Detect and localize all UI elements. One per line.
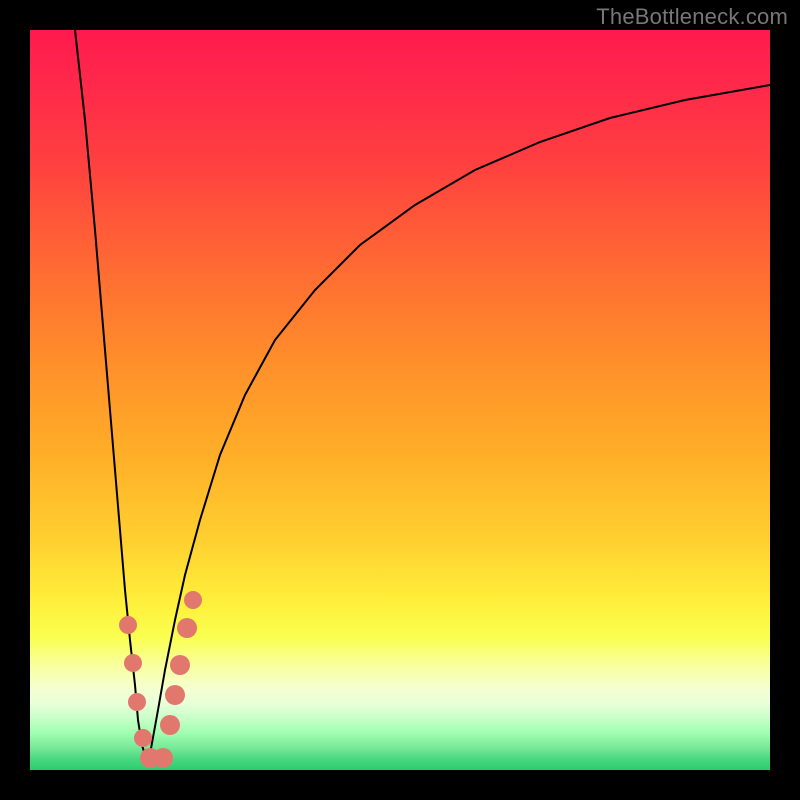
data-marker: [153, 748, 173, 768]
data-marker: [160, 715, 180, 735]
data-marker: [177, 618, 197, 638]
chart-frame: TheBottleneck.com: [0, 0, 800, 800]
curve-svg: [30, 30, 770, 770]
data-marker: [124, 654, 142, 672]
data-marker: [170, 655, 190, 675]
data-marker: [119, 616, 137, 634]
plot-area: [30, 30, 770, 770]
watermark-text: TheBottleneck.com: [596, 4, 788, 30]
bottleneck-curve-right: [148, 85, 770, 765]
bottleneck-curve-left: [75, 30, 148, 765]
data-marker: [184, 591, 202, 609]
data-marker: [165, 685, 185, 705]
data-markers: [119, 591, 202, 768]
data-marker: [134, 729, 152, 747]
data-marker: [128, 693, 146, 711]
